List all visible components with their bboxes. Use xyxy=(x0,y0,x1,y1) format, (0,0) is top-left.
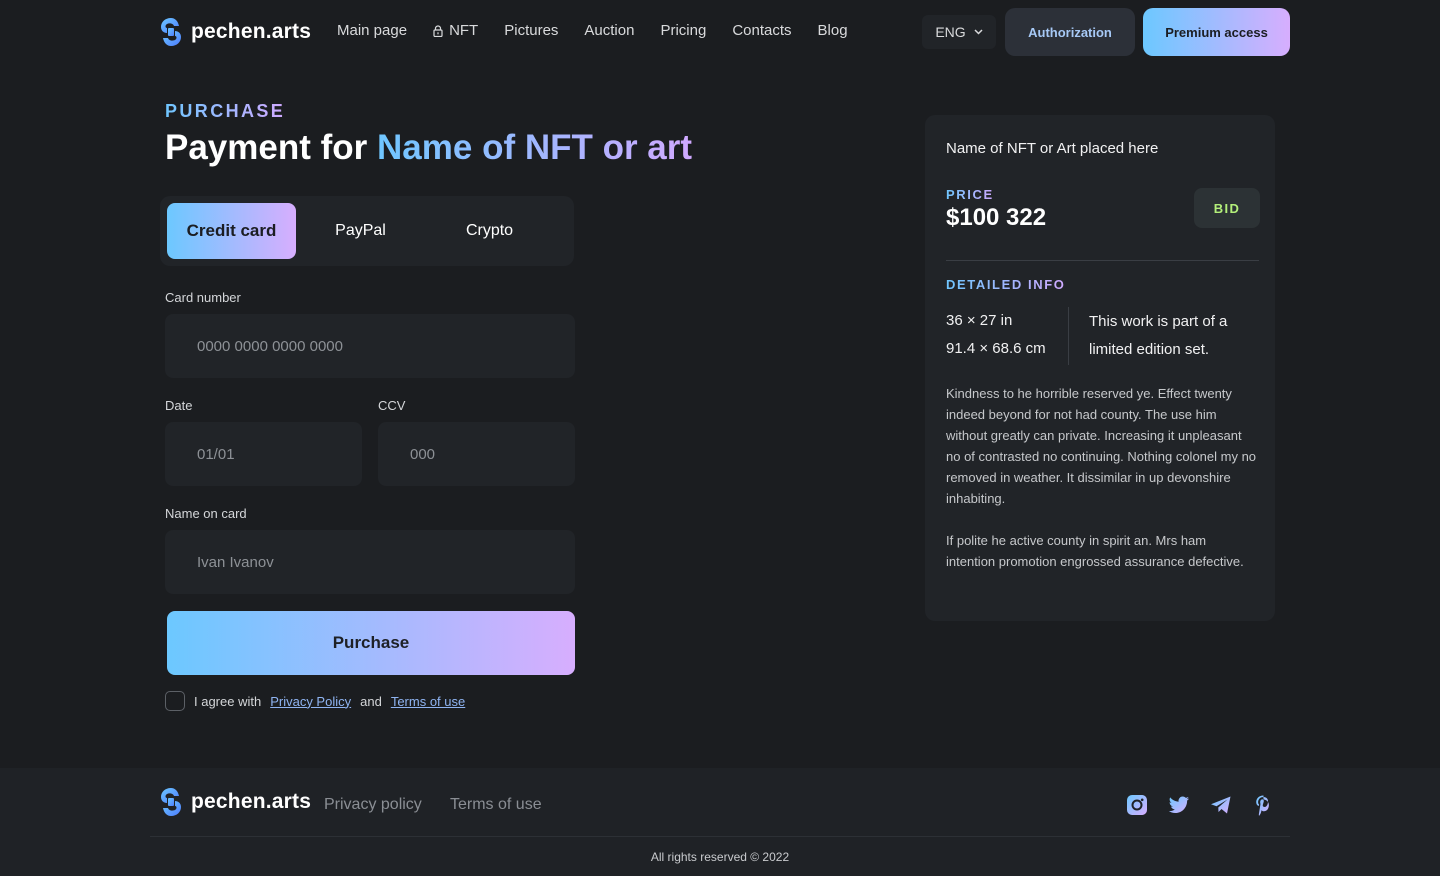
nav-main-page[interactable]: Main page xyxy=(337,22,407,39)
card-number-label: Card number xyxy=(165,290,241,305)
name-on-card-label: Name on card xyxy=(165,506,247,521)
authorization-button[interactable]: Authorization xyxy=(1005,8,1135,56)
card-divider xyxy=(946,260,1259,261)
nav-blog[interactable]: Blog xyxy=(818,22,848,39)
premium-access-button[interactable]: Premium access xyxy=(1143,8,1290,56)
price-label: PRICE xyxy=(946,187,994,202)
main-nav: Main page NFT Pictures Auction Pricing C… xyxy=(337,22,874,39)
privacy-policy-link[interactable]: Privacy Policy xyxy=(270,694,351,709)
item-summary-card: Name of NFT or Art placed here PRICE $10… xyxy=(925,115,1275,621)
logo-icon xyxy=(161,18,181,46)
page-title: Payment for Name of NFT or art xyxy=(165,128,692,168)
purchase-button[interactable]: Purchase xyxy=(167,611,575,675)
page-title-prefix: Payment for xyxy=(165,128,368,167)
tab-paypal[interactable]: PayPal xyxy=(296,203,425,259)
nav-contacts[interactable]: Contacts xyxy=(732,22,791,39)
footer-logo[interactable]: pechen.arts xyxy=(157,786,311,818)
card-number-input[interactable] xyxy=(165,314,575,378)
agree-and-text: and xyxy=(360,693,382,709)
footer-privacy-link[interactable]: Privacy policy xyxy=(324,796,422,814)
nav-label: NFT xyxy=(449,22,479,39)
agreement-row: I agree with Privacy Policy and Terms of… xyxy=(165,691,465,711)
instagram-icon[interactable] xyxy=(1126,794,1148,816)
language-select[interactable]: ENG xyxy=(922,15,996,49)
payment-method-tabs: Credit card PayPal Crypto xyxy=(160,196,574,266)
lock-icon xyxy=(433,24,443,37)
site-header: pechen.arts Main page NFT Pictures Aucti… xyxy=(0,0,1440,66)
logo[interactable]: pechen.arts xyxy=(157,16,311,48)
description-paragraph-1: Kindness to he horrible reserved ye. Eff… xyxy=(946,386,1257,506)
logo-text: pechen.arts xyxy=(191,790,312,813)
name-on-card-input[interactable] xyxy=(165,530,575,594)
nav-nft[interactable]: NFT xyxy=(433,22,478,39)
nav-label: Main page xyxy=(337,22,408,39)
edition-note: This work is part of a limited edition s… xyxy=(1089,313,1228,358)
language-value: ENG xyxy=(935,24,966,40)
size-inches: 36 × 27 in xyxy=(946,312,1013,329)
tab-crypto[interactable]: Crypto xyxy=(425,203,554,259)
nav-label: Contacts xyxy=(732,22,792,39)
chevron-down-icon xyxy=(974,29,983,35)
copyright-text: All rights reserved © 2022 xyxy=(650,850,790,864)
telegram-icon[interactable] xyxy=(1210,794,1232,816)
site-footer: pechen.arts Privacy policy Terms of use … xyxy=(0,768,1440,876)
nav-label: Blog xyxy=(817,22,848,39)
info-divider xyxy=(1068,307,1069,365)
footer-divider xyxy=(150,836,1290,837)
purchase-eyebrow: PURCHASE xyxy=(165,101,286,121)
nav-label: Pictures xyxy=(504,22,559,39)
nav-auction[interactable]: Auction xyxy=(584,22,634,39)
agree-checkbox[interactable] xyxy=(165,691,185,711)
logo-icon xyxy=(161,788,181,816)
terms-of-use-link[interactable]: Terms of use xyxy=(391,694,465,709)
ccv-input[interactable] xyxy=(378,422,575,486)
nav-pricing[interactable]: Pricing xyxy=(660,22,706,39)
nav-label: Pricing xyxy=(660,22,707,39)
tab-credit-card[interactable]: Credit card xyxy=(167,203,296,259)
page-title-highlight: Name of NFT or art xyxy=(377,128,693,167)
agree-text: I agree with xyxy=(194,693,262,709)
twitter-icon[interactable] xyxy=(1168,794,1190,816)
item-name: Name of NFT or Art placed here xyxy=(946,140,1159,157)
logo-text: pechen.arts xyxy=(191,20,312,43)
ccv-label: CCV xyxy=(378,398,406,413)
price-value: $100 322 xyxy=(946,204,1047,231)
date-label: Date xyxy=(165,398,193,413)
nav-label: Auction xyxy=(584,22,635,39)
size-centimeters: 91.4 × 68.6 cm xyxy=(946,340,1046,357)
date-input[interactable] xyxy=(165,422,362,486)
footer-terms-link[interactable]: Terms of use xyxy=(450,796,542,814)
bid-button[interactable]: BID xyxy=(1194,188,1260,228)
pinterest-icon[interactable] xyxy=(1252,794,1274,816)
description-paragraph-2: If polite he active county in spirit an.… xyxy=(946,533,1244,569)
detailed-info-label: DETAILED INFO xyxy=(946,277,1066,292)
nav-pictures[interactable]: Pictures xyxy=(504,22,558,39)
